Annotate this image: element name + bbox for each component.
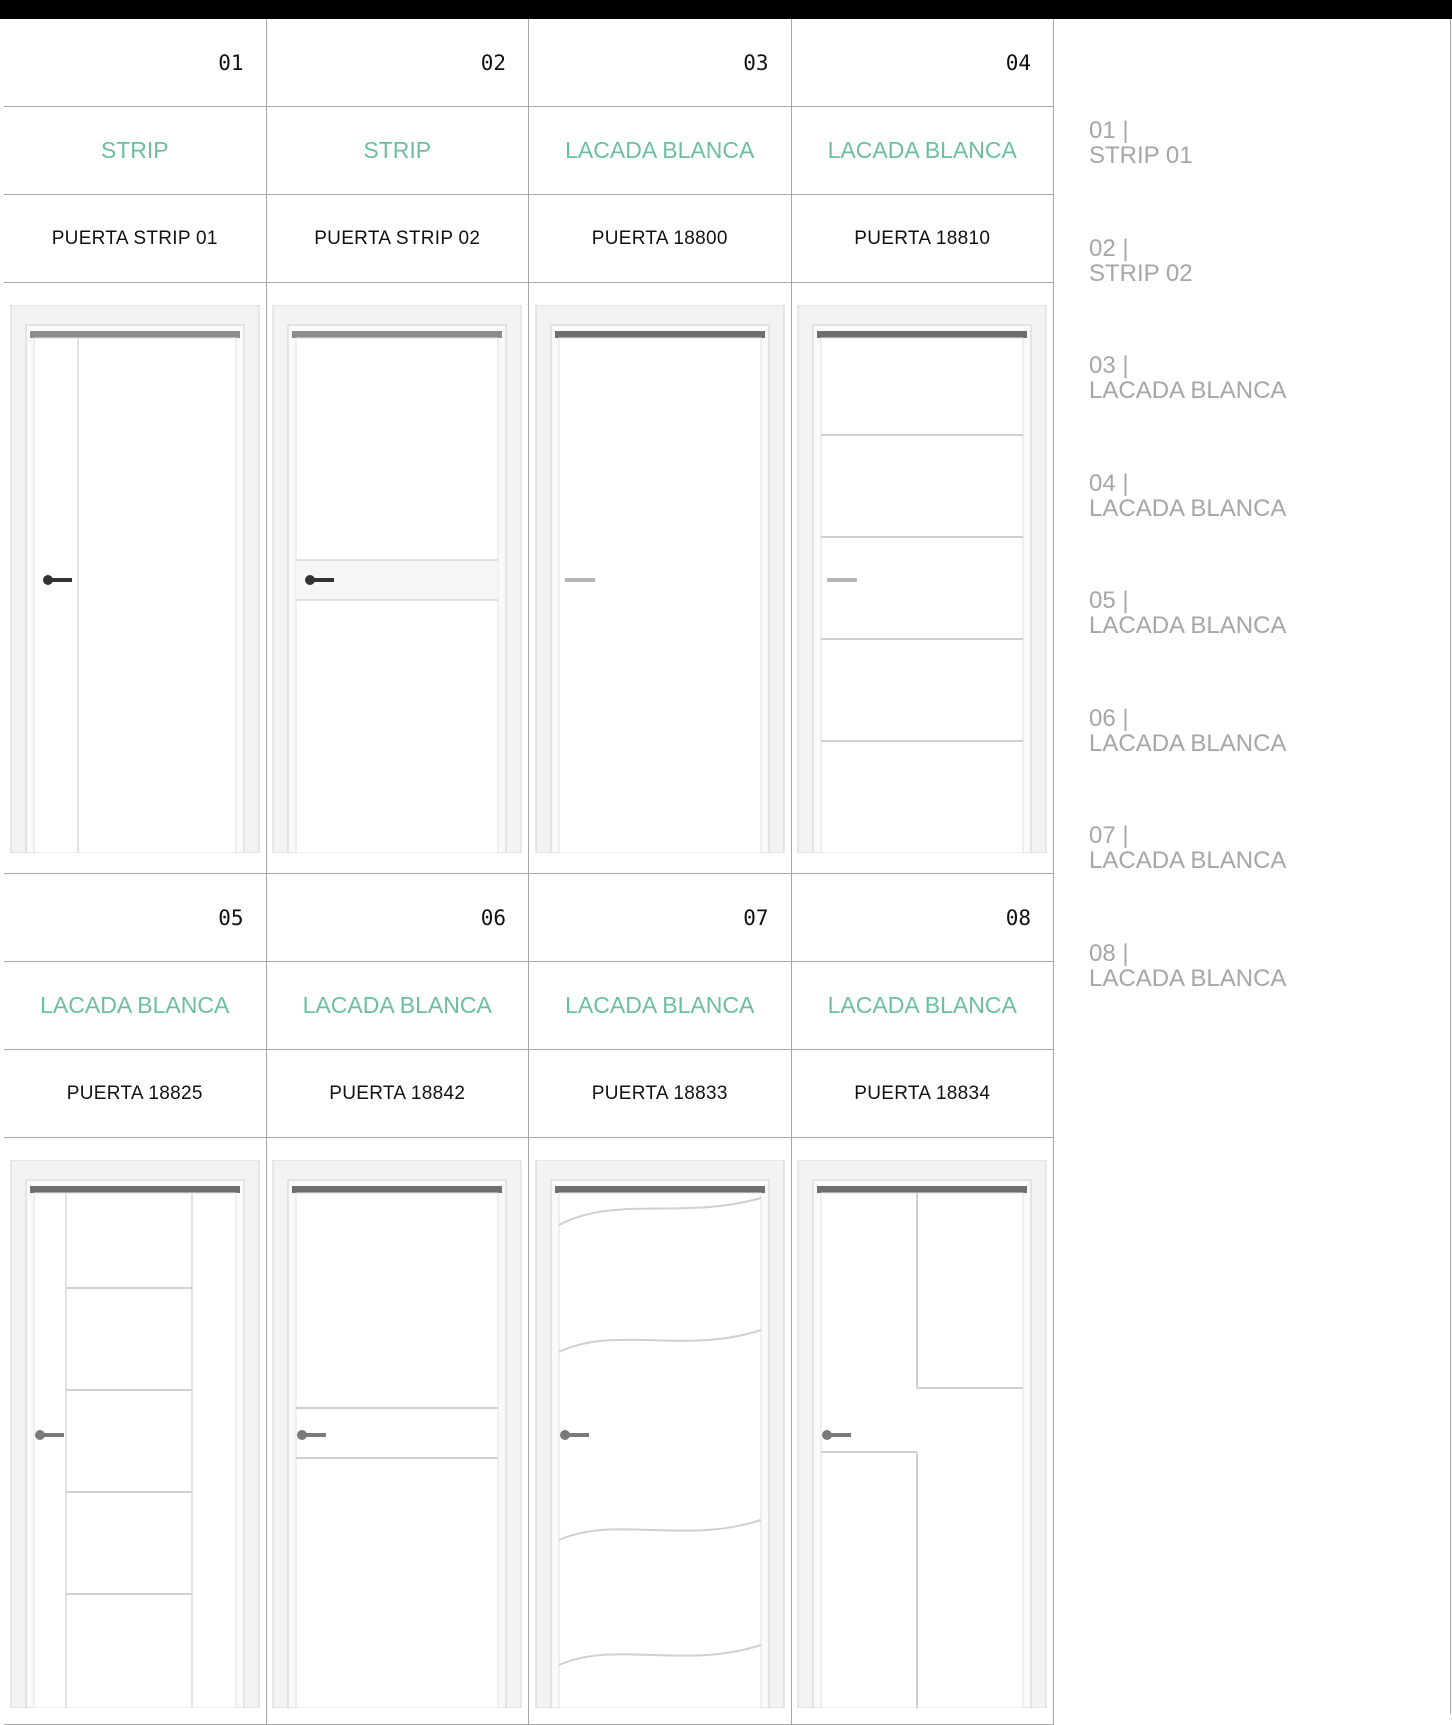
door-category: LACADA BLANCA [529,962,792,1050]
sidebar-list: 01 | STRIP 01 02 | STRIP 02 03 | LACADA … [1089,118,1286,1058]
sidebar-item-label: LACADA BLANCA [1089,729,1287,757]
door-block-2: 05 06 07 08 LACADA BLANCA LACADA BLANCA … [4,874,1054,1725]
door-four-grooves-icon [797,305,1047,853]
sidebar-item: 04 | LACADA BLANCA [1089,469,1287,589]
door-model-name: PUERTA STRIP 01 [4,195,267,283]
door-image-cell [791,283,1054,874]
sidebar-item: 03 | LACADA BLANCA [1089,353,1286,471]
sidebar-item: 08 | LACADA BLANCA [1089,939,1287,1059]
door-number: 01 [4,19,267,107]
door-number: 02 [266,19,529,107]
door-model-name: PUERTA 18842 [266,1050,529,1138]
door-two-grooves-icon [272,1160,522,1708]
door-model-name: PUERTA STRIP 02 [266,195,529,283]
door-number: 06 [266,874,529,962]
door-image-cell [529,1138,792,1725]
door-model-name: PUERTA 18825 [4,1050,267,1138]
door-category: LACADA BLANCA [266,962,529,1050]
door-model-name: PUERTA 18810 [791,195,1054,283]
sidebar-item-number: 03 | [1089,352,1129,379]
door-strip-vertical-icon [10,305,260,853]
sidebar-item-label: STRIP 01 [1089,142,1193,170]
door-category: LACADA BLANCA [529,107,792,195]
door-image-cell [4,1138,267,1725]
top-bar [0,0,1452,19]
sidebar-item-label: LACADA BLANCA [1089,494,1287,522]
sidebar-item: 01 | STRIP 01 [1089,118,1286,236]
sidebar-item-number: 01 | [1089,117,1129,144]
door-number: 07 [529,874,792,962]
sidebar-item-label: LACADA BLANCA [1089,964,1287,992]
door-block-1: 01 02 03 04 STRIP STRIP LACADA BLANCA LA… [4,19,1054,874]
door-ladder-grooves-icon [10,1160,260,1708]
door-number: 08 [791,874,1054,962]
door-image-cell [266,283,529,874]
door-offset-panels-icon [797,1160,1047,1708]
door-category: STRIP [4,107,267,195]
sidebar-item-number: 05 | [1089,587,1129,614]
door-number: 05 [4,874,267,962]
door-image-cell [529,283,792,874]
door-category: STRIP [266,107,529,195]
sidebar-item-number: 02 | [1089,234,1129,262]
sidebar-item-label: LACADA BLANCA [1089,377,1287,405]
door-category: LACADA BLANCA [791,962,1054,1050]
door-number: 03 [529,19,792,107]
sidebar-index: 01 | STRIP 01 02 | STRIP 02 03 | LACADA … [1054,19,1451,1714]
door-image-cell [4,283,267,874]
door-category: LACADA BLANCA [791,107,1054,195]
sidebar-item-label: LACADA BLANCA [1089,612,1287,640]
sidebar-item: 05 | LACADA BLANCA [1089,588,1286,706]
sidebar-item-number: 07 | [1089,822,1129,849]
door-model-name: PUERTA 18833 [529,1050,792,1138]
door-number: 04 [791,19,1054,107]
door-model-name: PUERTA 18834 [791,1050,1054,1138]
door-strip-horizontal-icon [272,305,522,853]
sidebar-item: 06 | LACADA BLANCA [1089,704,1287,824]
sidebar-item-number: 08 | [1089,939,1129,967]
door-image-cell [266,1138,529,1725]
sidebar-item: 02 | STRIP 02 [1089,234,1286,354]
door-category: LACADA BLANCA [4,962,267,1050]
sidebar-item: 07 | LACADA BLANCA [1089,823,1286,941]
door-wave-grooves-icon [535,1160,785,1708]
sidebar-item-number: 04 | [1089,469,1129,497]
sidebar-item-label: STRIP 02 [1089,259,1193,287]
sidebar-item-number: 06 | [1089,704,1129,732]
door-grid: 01 02 03 04 STRIP STRIP LACADA BLANCA LA… [4,19,1054,1725]
door-model-name: PUERTA 18800 [529,195,792,283]
door-plain-icon [535,305,785,853]
sidebar-item-label: LACADA BLANCA [1089,847,1287,875]
door-image-cell [791,1138,1054,1725]
